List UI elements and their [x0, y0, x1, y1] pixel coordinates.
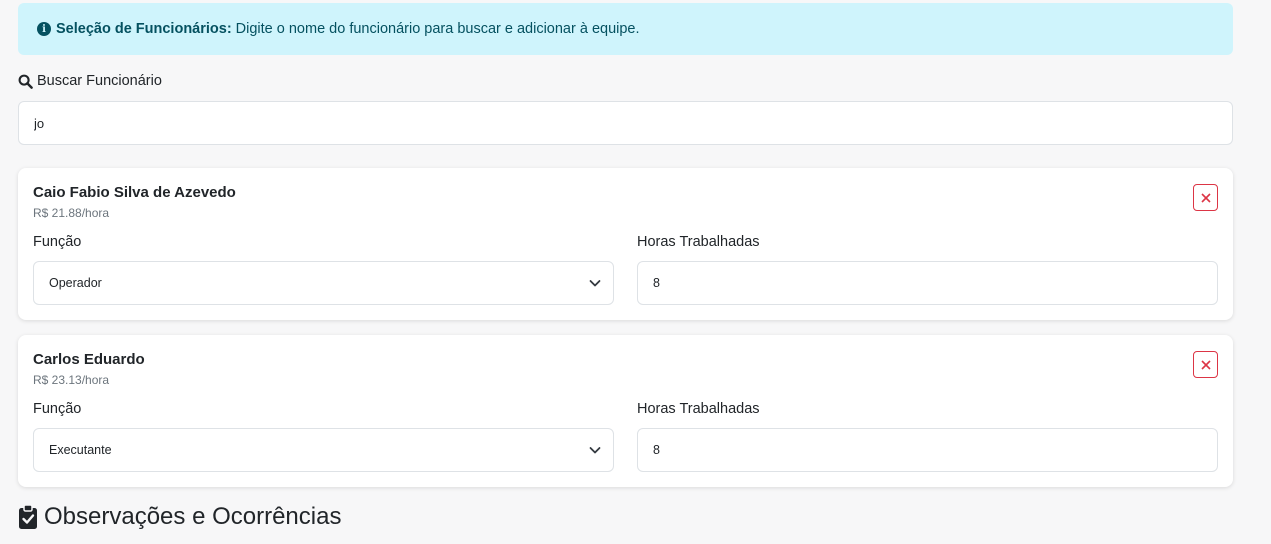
employee-rate: R$ 23.13/hora — [33, 373, 110, 387]
info-icon: i — [37, 22, 51, 36]
remove-employee-button[interactable] — [1193, 184, 1218, 211]
info-alert: i Seleção de Funcionários: Digite o nome… — [18, 3, 1233, 55]
section-title: Observações e Ocorrências — [18, 503, 341, 531]
remove-employee-button[interactable] — [1193, 351, 1218, 378]
hours-input[interactable] — [637, 428, 1218, 472]
role-select[interactable]: Executante — [33, 428, 614, 472]
alert-message: Digite o nome do funcionário para buscar… — [235, 21, 640, 37]
employee-card: Carlos Eduardo R$ 23.13/hora Função Hora… — [18, 335, 1233, 487]
close-icon — [1200, 359, 1211, 370]
search-label: Buscar Funcionário — [18, 73, 162, 89]
chevron-down-icon — [589, 280, 601, 287]
section-title-text: Observações e Ocorrências — [44, 503, 342, 530]
search-input[interactable] — [18, 101, 1233, 145]
clipboard-check-icon — [19, 504, 37, 529]
employee-rate: R$ 21.88/hora — [33, 206, 110, 220]
search-label-text: Buscar Funcionário — [37, 73, 162, 89]
role-select[interactable]: Operador — [33, 261, 614, 305]
employee-name: Carlos Eduardo — [33, 351, 145, 368]
hours-label: Horas Trabalhadas — [637, 234, 760, 250]
alert-title: Seleção de Funcionários: — [56, 21, 232, 37]
hours-label: Horas Trabalhadas — [637, 401, 760, 417]
role-label: Função — [33, 401, 82, 417]
role-select-value: Operador — [49, 276, 102, 290]
role-label: Função — [33, 234, 82, 250]
page: i Seleção de Funcionários: Digite o nome… — [0, 0, 1271, 544]
employee-name: Caio Fabio Silva de Azevedo — [33, 184, 236, 201]
chevron-down-icon — [589, 447, 601, 454]
employee-card: Caio Fabio Silva de Azevedo R$ 21.88/hor… — [18, 168, 1233, 320]
hours-input[interactable] — [637, 261, 1218, 305]
search-icon — [18, 74, 33, 89]
close-icon — [1200, 192, 1211, 203]
role-select-value: Executante — [49, 443, 112, 457]
